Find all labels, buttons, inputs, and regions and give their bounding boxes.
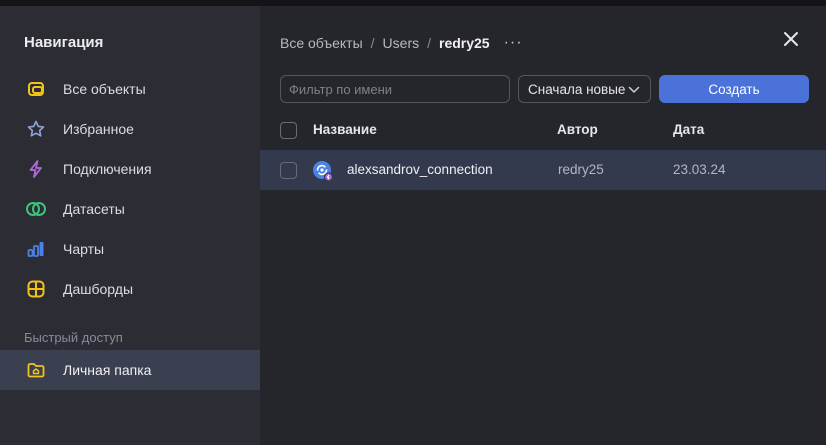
sidebar-item-label: Личная папка: [63, 362, 152, 378]
close-button[interactable]: [780, 28, 802, 50]
column-header-author[interactable]: Автор: [557, 122, 598, 137]
close-icon: [784, 32, 798, 46]
breadcrumb-separator: /: [427, 35, 431, 51]
star-icon: [25, 118, 47, 140]
all-objects-icon: [25, 78, 47, 100]
table-row[interactable]: alexsandrov_connection redry25 23.03.24: [260, 150, 826, 190]
row-name[interactable]: alexsandrov_connection: [347, 162, 493, 177]
dashboard-grid-icon: [25, 278, 47, 300]
row-date: 23.03.24: [673, 162, 726, 177]
sidebar-item-label: Подключения: [63, 161, 152, 177]
sidebar-item-label: Все объекты: [63, 81, 146, 97]
select-all-checkbox[interactable]: [280, 122, 297, 139]
bar-chart-icon: [25, 238, 47, 260]
breadcrumb-all-objects[interactable]: Все объекты: [280, 35, 363, 51]
column-header-name[interactable]: Название: [313, 122, 377, 137]
filter-by-name-input[interactable]: [280, 75, 510, 103]
chevron-down-icon: [628, 86, 640, 93]
sidebar-item-favorites[interactable]: Избранное: [0, 109, 260, 149]
sort-select-value: Сначала новые: [528, 81, 626, 97]
dataset-rings-icon: [25, 198, 47, 220]
sidebar-item-all-objects[interactable]: Все объекты: [0, 69, 260, 109]
sidebar-item-connections[interactable]: Подключения: [0, 149, 260, 189]
sidebar: Навигация Все объекты Избранное Подключе…: [0, 6, 260, 445]
sidebar-item-label: Избранное: [63, 121, 134, 137]
main-panel: Все объекты / Users / redry25 ··· Сначал…: [260, 6, 826, 445]
sort-select[interactable]: Сначала новые: [518, 75, 651, 103]
breadcrumb-separator: /: [370, 35, 375, 51]
row-author: redry25: [558, 162, 604, 177]
sidebar-item-datasets[interactable]: Датасеты: [0, 189, 260, 229]
breadcrumb-users[interactable]: Users: [383, 35, 420, 51]
sidebar-item-label: Датасеты: [63, 201, 125, 217]
sidebar-item-dashboards[interactable]: Дашборды: [0, 269, 260, 309]
connection-icon: [312, 160, 334, 182]
sidebar-item-label: Дашборды: [63, 281, 133, 297]
sidebar-item-personal-folder[interactable]: Личная папка: [0, 350, 260, 390]
breadcrumb-current-folder: redry25: [439, 35, 490, 51]
create-button[interactable]: Создать: [659, 75, 809, 103]
more-actions-button[interactable]: ···: [504, 34, 523, 52]
breadcrumb: Все объекты / Users / redry25 ···: [280, 34, 523, 52]
quick-access-label: Быстрый доступ: [24, 330, 123, 345]
row-checkbox[interactable]: [280, 162, 297, 179]
sidebar-title: Навигация: [24, 34, 104, 51]
lightning-icon: [25, 158, 47, 180]
column-header-date[interactable]: Дата: [673, 122, 704, 137]
folder-home-icon: [25, 359, 47, 381]
sidebar-item-label: Чарты: [63, 241, 105, 257]
sidebar-item-charts[interactable]: Чарты: [0, 229, 260, 269]
